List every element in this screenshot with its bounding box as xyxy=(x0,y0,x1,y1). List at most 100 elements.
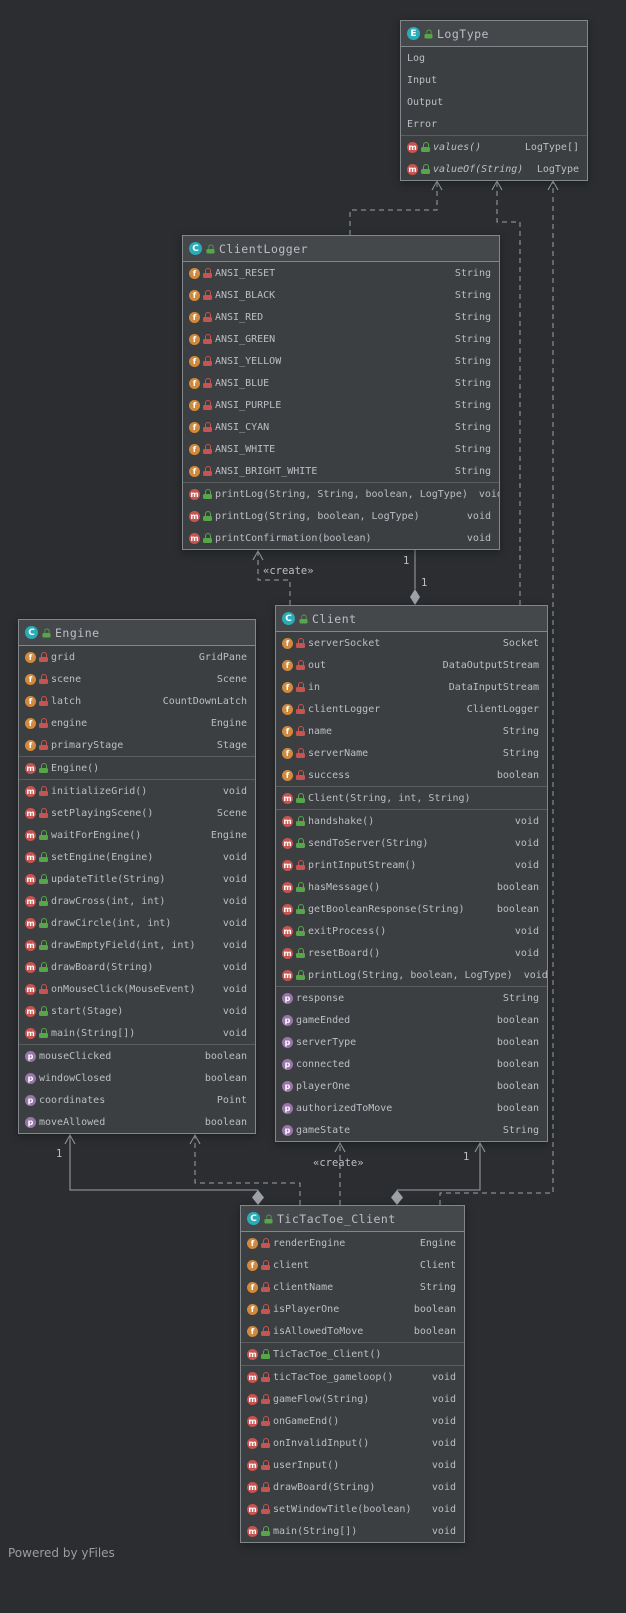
field-row[interactable]: fANSI_GREENString xyxy=(183,328,499,350)
field-row[interactable]: flatchCountDownLatch xyxy=(19,690,255,712)
field-row[interactable]: fclientLoggerClientLogger xyxy=(276,698,547,720)
method-row[interactable]: monGameEnd()void xyxy=(241,1410,464,1432)
edge-clientlogger-uses-logtype[interactable] xyxy=(350,181,442,235)
field-row[interactable]: foutDataOutputStream xyxy=(276,654,547,676)
field-row[interactable]: fengineEngine xyxy=(19,712,255,734)
field-row[interactable]: fprimaryStageStage xyxy=(19,734,255,756)
property-row[interactable]: pplayerOneboolean xyxy=(276,1075,547,1097)
property-row[interactable]: presponseString xyxy=(276,987,547,1009)
method-row[interactable]: mhasMessage()boolean xyxy=(276,876,547,898)
field-row[interactable]: fANSI_PURPLEString xyxy=(183,394,499,416)
method-row[interactable]: mmain(String[])void xyxy=(19,1022,255,1044)
method-row[interactable]: monMouseClick(MouseEvent)void xyxy=(19,978,255,1000)
property-row[interactable]: pcoordinatesPoint xyxy=(19,1089,255,1111)
method-row[interactable]: mdrawBoard(String)void xyxy=(19,956,255,978)
diagram-canvas[interactable]: E LogType LogInputOutputErrormvalues()Lo… xyxy=(0,0,626,1613)
edge-tictactoe-creates-engine[interactable] xyxy=(190,1135,300,1205)
field-row[interactable]: fANSI_YELLOWString xyxy=(183,350,499,372)
property-row[interactable]: pmoveAllowedboolean xyxy=(19,1111,255,1133)
field-row[interactable]: fsceneScene xyxy=(19,668,255,690)
method-row[interactable]: mticTacToe_gameloop()void xyxy=(241,1366,464,1388)
class-header[interactable]: C TicTacToe_Client xyxy=(241,1206,464,1232)
field-row[interactable]: fgridGridPane xyxy=(19,646,255,668)
field-row[interactable]: fisPlayerOneboolean xyxy=(241,1298,464,1320)
property-row[interactable]: pmouseClickedboolean xyxy=(19,1045,255,1067)
edge-client-creates-clientlogger[interactable] xyxy=(253,551,290,605)
field-row[interactable]: fANSI_BLUEString xyxy=(183,372,499,394)
field-row[interactable]: fclientNameString xyxy=(241,1276,464,1298)
property-row[interactable]: pwindowClosedboolean xyxy=(19,1067,255,1089)
field-row[interactable]: fsuccessboolean xyxy=(276,764,547,786)
method-row[interactable]: mexitProcess()void xyxy=(276,920,547,942)
method-row[interactable]: msetWindowTitle(boolean)void xyxy=(241,1498,464,1520)
field-row[interactable]: fserverNameString xyxy=(276,742,547,764)
method-row[interactable]: mvalueOf(String)LogType xyxy=(401,158,587,180)
class-header[interactable]: C Client xyxy=(276,606,547,632)
field-row[interactable]: fANSI_WHITEString xyxy=(183,438,499,460)
public-icon xyxy=(264,1214,272,1223)
property-row[interactable]: pgameEndedboolean xyxy=(276,1009,547,1031)
method-row[interactable]: mdrawBoard(String)void xyxy=(241,1476,464,1498)
constructors-section: mEngine() xyxy=(19,756,255,779)
method-row[interactable]: muserInput()void xyxy=(241,1454,464,1476)
property-row[interactable]: pgameStateString xyxy=(276,1119,547,1141)
class-header[interactable]: E LogType xyxy=(401,21,587,47)
method-row[interactable]: msetEngine(Engine)void xyxy=(19,846,255,868)
field-row[interactable]: finDataInputStream xyxy=(276,676,547,698)
edge-client-has-clientlogger[interactable] xyxy=(410,550,420,605)
field-row[interactable]: fisAllowedToMoveboolean xyxy=(241,1320,464,1342)
field-row[interactable]: fclientClient xyxy=(241,1254,464,1276)
class-node-logtype[interactable]: E LogType LogInputOutputErrormvalues()Lo… xyxy=(400,20,588,181)
property-row[interactable]: pauthorizedToMoveboolean xyxy=(276,1097,547,1119)
field-row[interactable]: fANSI_BLACKString xyxy=(183,284,499,306)
field-row[interactable]: fANSI_CYANString xyxy=(183,416,499,438)
method-row[interactable]: mprintLog(String, boolean, LogType)void xyxy=(276,964,547,986)
method-row[interactable]: mstart(Stage)void xyxy=(19,1000,255,1022)
edge-tictactoe-has-client[interactable] xyxy=(391,1143,485,1205)
class-header[interactable]: C Engine xyxy=(19,620,255,646)
method-row[interactable]: mdrawCross(int, int)void xyxy=(19,890,255,912)
class-node-clientlogger[interactable]: C ClientLogger fANSI_RESETStringfANSI_BL… xyxy=(182,235,500,550)
enum-constant-row[interactable]: Log xyxy=(401,47,587,69)
method-row[interactable]: mvalues()LogType[] xyxy=(401,136,587,158)
method-row[interactable]: mprintInputStream()void xyxy=(276,854,547,876)
class-header[interactable]: C ClientLogger xyxy=(183,236,499,262)
constructor-row[interactable]: mTicTacToe_Client() xyxy=(241,1343,464,1365)
field-row[interactable]: fserverSocketSocket xyxy=(276,632,547,654)
field-row[interactable]: fANSI_REDString xyxy=(183,306,499,328)
property-row[interactable]: pconnectedboolean xyxy=(276,1053,547,1075)
enum-constant-row[interactable]: Error xyxy=(401,113,587,135)
edge-tictactoe-has-engine[interactable] xyxy=(65,1135,264,1205)
method-row[interactable]: mgetBooleanResponse(String)boolean xyxy=(276,898,547,920)
method-row[interactable]: mresetBoard()void xyxy=(276,942,547,964)
class-node-engine[interactable]: C Engine fgridGridPanefsceneSceneflatchC… xyxy=(18,619,256,1134)
constructor-row[interactable]: mClient(String, int, String) xyxy=(276,787,547,809)
method-row[interactable]: mdrawEmptyField(int, int)void xyxy=(19,934,255,956)
field-row[interactable]: fnameString xyxy=(276,720,547,742)
field-row[interactable]: fANSI_BRIGHT_WHITEString xyxy=(183,460,499,482)
method-row[interactable]: mupdateTitle(String)void xyxy=(19,868,255,890)
edge-tictactoe-creates-client[interactable] xyxy=(335,1143,345,1205)
method-row[interactable]: mprintLog(String, String, boolean, LogTy… xyxy=(183,483,499,505)
class-node-tictactoe-client[interactable]: C TicTacToe_Client frenderEngineEnginefc… xyxy=(240,1205,465,1543)
enum-constant-row[interactable]: Input xyxy=(401,69,587,91)
constructor-row[interactable]: mEngine() xyxy=(19,757,255,779)
method-row[interactable]: mmain(String[])void xyxy=(241,1520,464,1542)
property-row[interactable]: pserverTypeboolean xyxy=(276,1031,547,1053)
method-row[interactable]: mgameFlow(String)void xyxy=(241,1388,464,1410)
method-row[interactable]: minitializeGrid()void xyxy=(19,780,255,802)
field-row[interactable]: frenderEngineEngine xyxy=(241,1232,464,1254)
method-row[interactable]: mhandshake()void xyxy=(276,810,547,832)
method-row[interactable]: monInvalidInput()void xyxy=(241,1432,464,1454)
method-row[interactable]: mprintLog(String, boolean, LogType)void xyxy=(183,505,499,527)
field-row[interactable]: fANSI_RESETString xyxy=(183,262,499,284)
method-row[interactable]: mprintConfirmation(boolean)void xyxy=(183,527,499,549)
class-node-client[interactable]: C Client fserverSocketSocketfoutDataOutp… xyxy=(275,605,548,1142)
property-icon: p xyxy=(282,1037,293,1048)
method-row[interactable]: mdrawCircle(int, int)void xyxy=(19,912,255,934)
method-row[interactable]: msendToServer(String)void xyxy=(276,832,547,854)
method-row[interactable]: mwaitForEngine()Engine xyxy=(19,824,255,846)
method-row[interactable]: msetPlayingScene()Scene xyxy=(19,802,255,824)
field-icon: f xyxy=(189,268,200,279)
enum-constant-row[interactable]: Output xyxy=(401,91,587,113)
